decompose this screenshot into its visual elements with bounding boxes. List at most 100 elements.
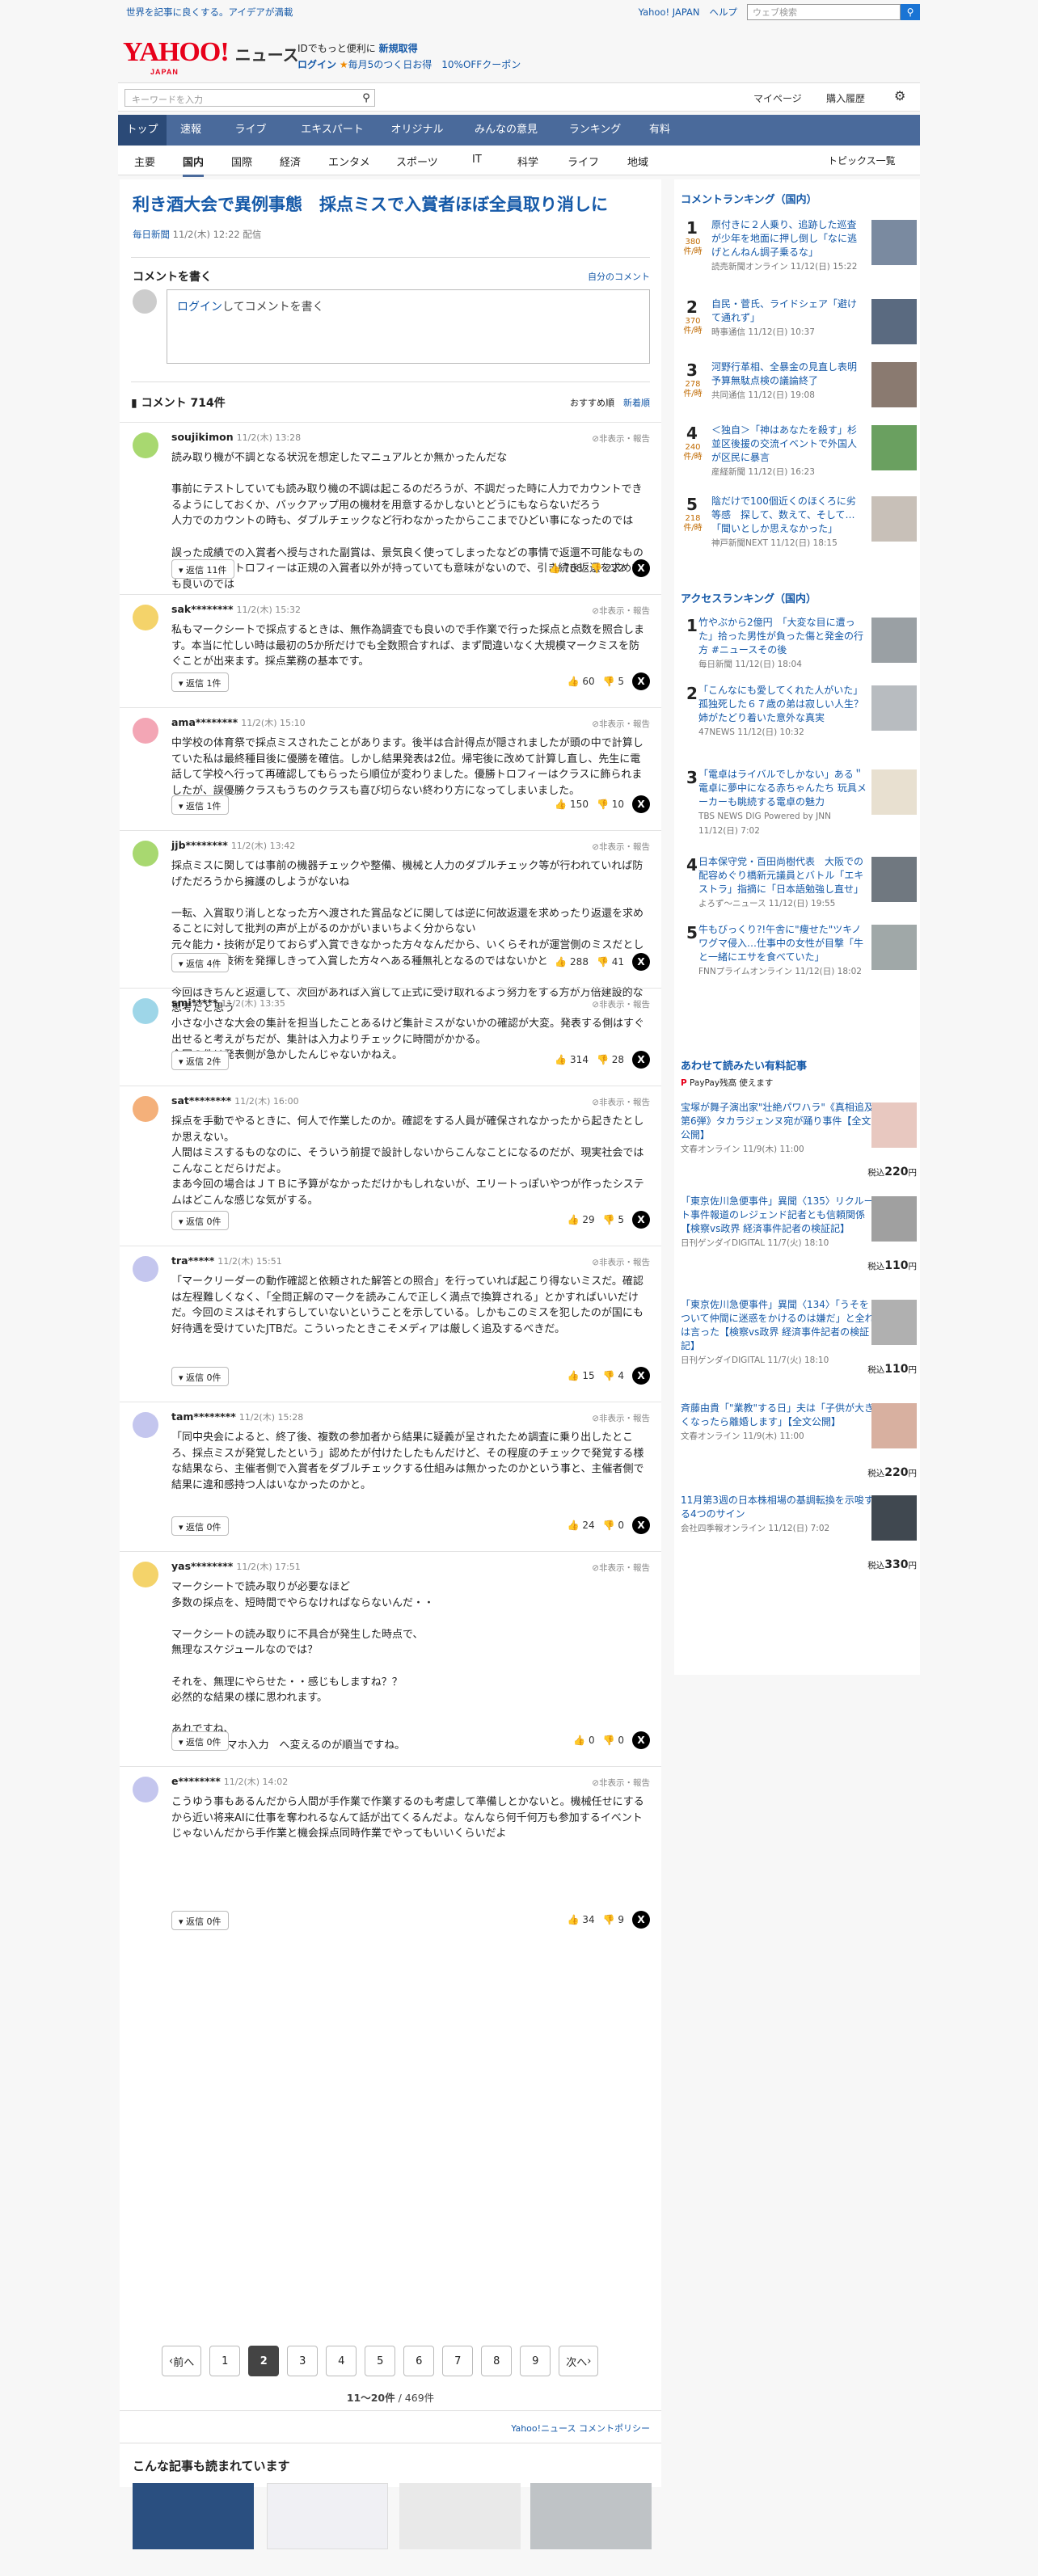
ranking-title[interactable]: 「電卓はライバルでしかない」ある＂電卓に夢中になる赤ちゃんたち 玩具メーカーも眺… <box>698 768 868 838</box>
ranking-item[interactable]: 4 240 件/時 ＜独自＞「神はあなたを殺す」杉並区後援の交流イベントで外国人が区民… <box>674 424 920 482</box>
thumbs-down-button[interactable]: 👎 9 <box>603 1914 624 1925</box>
x-share-icon[interactable]: X <box>632 559 650 577</box>
access-ranking-item[interactable]: 5 牛もびっくり?!午舎に"痩せた"ツキノワグマ侵入…仕事中の女性が目撃「牛と一緒… <box>674 923 920 988</box>
nav-live[interactable]: ライブ <box>218 115 283 145</box>
thumbs-down-button[interactable]: 👎 4 <box>603 1370 624 1381</box>
ranking-title[interactable]: 牛もびっくり?!午舎に"痩せた"ツキノワグマ侵入…仕事中の女性が目撃「牛と一緒に… <box>698 923 868 979</box>
cat-it[interactable]: IT <box>472 154 482 166</box>
article-source[interactable]: 毎日新聞 <box>133 229 170 240</box>
thumbs-up-button[interactable]: 👍 24 <box>568 1520 595 1531</box>
replies-button[interactable]: ▾ 返信 0件 <box>171 1211 229 1230</box>
ranking-item[interactable]: 3 278 件/時 河野行革相、全暴金の見直し表明 予算無駄点検の議論終了 共同通信 1… <box>674 360 920 419</box>
cat-entertainment[interactable]: エンタメ <box>328 154 370 169</box>
comment-author[interactable]: sak******** 11/2(木) 15:32 <box>171 603 301 616</box>
page-2[interactable]: 2 <box>248 2346 280 2376</box>
report-link[interactable]: ⊘非表示・報告 <box>592 432 650 445</box>
comment-author[interactable]: e******** 11/2(木) 14:02 <box>171 1775 288 1788</box>
paid-article-title[interactable]: 「東京佐川急便事件」異聞〈134〉「うそをついて仲間に迷惑をかけるのは嫌だ」と全… <box>681 1298 875 1368</box>
login-link[interactable]: ログイン <box>297 59 336 70</box>
comment-author[interactable]: tra***** 11/2(木) 15:51 <box>171 1254 282 1267</box>
cat-main[interactable]: 主要 <box>134 154 155 169</box>
comment-author[interactable]: ama******** 11/2(木) 15:10 <box>171 716 306 729</box>
replies-button[interactable]: ▾ 返信 1件 <box>171 795 229 815</box>
cat-domestic[interactable]: 国内 <box>183 154 205 177</box>
thumbs-down-button[interactable]: 👎 41 <box>597 956 624 968</box>
coupon-10off-link[interactable]: 10%OFFクーポン <box>441 59 521 70</box>
access-ranking-heading[interactable]: アクセスランキング（国内） <box>681 590 816 605</box>
thumbs-up-button[interactable]: 👍 34 <box>568 1914 595 1925</box>
x-share-icon[interactable]: X <box>632 1211 650 1229</box>
access-ranking-item[interactable]: 3 「電卓はライバルでしかない」ある＂電卓に夢中になる赤ちゃんたち 玩具メーカーも… <box>674 768 920 836</box>
page-5[interactable]: 5 <box>365 2346 396 2376</box>
thumbs-up-button[interactable]: 👍 314 <box>555 1054 589 1065</box>
gear-icon[interactable]: ⚙ <box>894 88 905 103</box>
thumbs-down-button[interactable]: 👎 0 <box>603 1520 624 1531</box>
page-6[interactable]: 6 <box>403 2346 435 2376</box>
report-link[interactable]: ⊘非表示・報告 <box>592 841 650 853</box>
comment-author[interactable]: sat******** 11/2(木) 16:00 <box>171 1094 299 1107</box>
x-share-icon[interactable]: X <box>632 953 650 971</box>
thumbs-up-button[interactable]: 👍 0 <box>573 1735 594 1746</box>
ranking-thumbnail[interactable] <box>871 425 917 470</box>
page-1[interactable]: 1 <box>209 2346 241 2376</box>
paid-articles-heading[interactable]: あわせて読みたい有料記事 <box>681 1057 807 1073</box>
replies-button[interactable]: ▾ 返信 0件 <box>171 1911 229 1930</box>
cat-economy[interactable]: 経済 <box>280 154 301 169</box>
related-article-thumb[interactable] <box>267 2483 388 2549</box>
ranking-thumbnail[interactable] <box>871 925 917 970</box>
x-share-icon[interactable]: X <box>632 795 650 813</box>
x-share-icon[interactable]: X <box>632 1731 650 1749</box>
report-link[interactable]: ⊘非表示・報告 <box>592 1096 650 1108</box>
purchase-history-link[interactable]: 購入履歴 <box>826 91 865 105</box>
x-share-icon[interactable]: X <box>632 1051 650 1069</box>
thumbs-down-button[interactable]: 👎 10 <box>597 799 624 810</box>
paid-article-thumbnail[interactable] <box>871 1495 917 1541</box>
paid-article-item[interactable]: 斉藤由貴「"業教"する日」夫は「子供が大きくなったら離婚します」【全文公開】 文春… <box>681 1402 926 1490</box>
own-comments-link[interactable]: 自分のコメント <box>588 270 650 283</box>
sort-newest[interactable]: 新着順 <box>623 398 650 408</box>
thumbs-down-button[interactable]: 👎 28 <box>597 1054 624 1065</box>
page-9[interactable]: 9 <box>520 2346 551 2376</box>
thumbs-up-button[interactable]: 👍 150 <box>555 799 589 810</box>
x-share-icon[interactable]: X <box>632 672 650 690</box>
page-7[interactable]: 7 <box>442 2346 474 2376</box>
paid-article-thumbnail[interactable] <box>871 1102 917 1148</box>
article-title[interactable]: 利き酒大会で異例事態 採点ミスで入賞者ほぼ全員取り消しに <box>133 192 608 217</box>
thumbs-up-button[interactable]: 👍 60 <box>568 676 595 687</box>
related-article-thumb[interactable] <box>530 2483 652 2549</box>
paid-article-item[interactable]: 「東京佐川急便事件」異聞〈134〉「うそをついて仲間に迷惑をかけるのは嫌だ」と全… <box>681 1298 926 1387</box>
thumbs-down-button[interactable]: 👎 5 <box>603 1214 624 1225</box>
access-ranking-item[interactable]: 1 竹やぶから2億円 「大変な目に遭った」拾った男性が負った傷と発金の行方 #ニュ… <box>674 616 920 681</box>
yahoo-japan-link[interactable]: Yahoo! JAPAN <box>639 6 700 18</box>
thumbs-up-button[interactable]: 👍 15 <box>568 1370 595 1381</box>
paid-article-title[interactable]: 宝塚が舞子演出家"壮絶パワハラ"《真相追及第6弾》タカラジェンヌ宛が踊り事件【全… <box>681 1101 875 1157</box>
thumbs-up-button[interactable]: 👍 288 <box>555 956 589 968</box>
report-link[interactable]: ⊘非表示・報告 <box>592 998 650 1010</box>
thumbs-up-button[interactable]: 👍 768 <box>549 563 583 574</box>
ranking-thumbnail[interactable] <box>871 496 917 542</box>
keyword-input[interactable]: キーワードを入力 <box>124 89 375 107</box>
next-page-button[interactable]: 次へ › <box>559 2346 599 2376</box>
ranking-title[interactable]: ＜独自＞「神はあなたを殺す」杉並区後援の交流イベントで外国人が区民に暴言 産経新聞… <box>711 424 865 479</box>
search-icon[interactable]: ⚲ <box>357 89 375 107</box>
login-link[interactable]: ログイン <box>177 301 222 314</box>
ranking-thumbnail[interactable] <box>871 769 917 815</box>
comment-author[interactable]: smi***** 11/2(木) 13:35 <box>171 997 285 1010</box>
comment-author[interactable]: yas******** 11/2(木) 17:51 <box>171 1560 301 1573</box>
replies-button[interactable]: ▾ 返信 11件 <box>171 559 234 579</box>
replies-button[interactable]: ▾ 返信 0件 <box>171 1516 229 1536</box>
prev-page-button[interactable]: ‹ 前へ <box>162 2346 202 2376</box>
page-8[interactable]: 8 <box>481 2346 513 2376</box>
ranking-thumbnail[interactable] <box>871 362 917 407</box>
ranking-thumbnail[interactable] <box>871 685 917 731</box>
report-link[interactable]: ⊘非表示・報告 <box>592 1777 650 1789</box>
paid-article-item[interactable]: 「東京佐川急便事件」異聞〈135〉リクルート事件報道のレジェンド記者とも信頼関係… <box>681 1195 926 1284</box>
paid-article-thumbnail[interactable] <box>871 1300 917 1345</box>
paid-article-item[interactable]: 宝塚が舞子演出家"壮絶パワハラ"《真相追及第6弾》タカラジェンヌ宛が踊り事件【全… <box>681 1101 926 1190</box>
cat-sports[interactable]: スポーツ <box>396 154 438 169</box>
coupon-link[interactable]: 毎月5のつく日お得 <box>348 59 432 70</box>
ranking-item[interactable]: 2 370 件/時 自民・菅氏、ライドシェア「避けて通れず」 時事通信 11/12(日)… <box>674 297 920 356</box>
x-share-icon[interactable]: X <box>632 1367 650 1385</box>
nav-expert[interactable]: エキスパート <box>288 115 377 145</box>
replies-button[interactable]: ▾ 返信 0件 <box>171 1367 229 1386</box>
